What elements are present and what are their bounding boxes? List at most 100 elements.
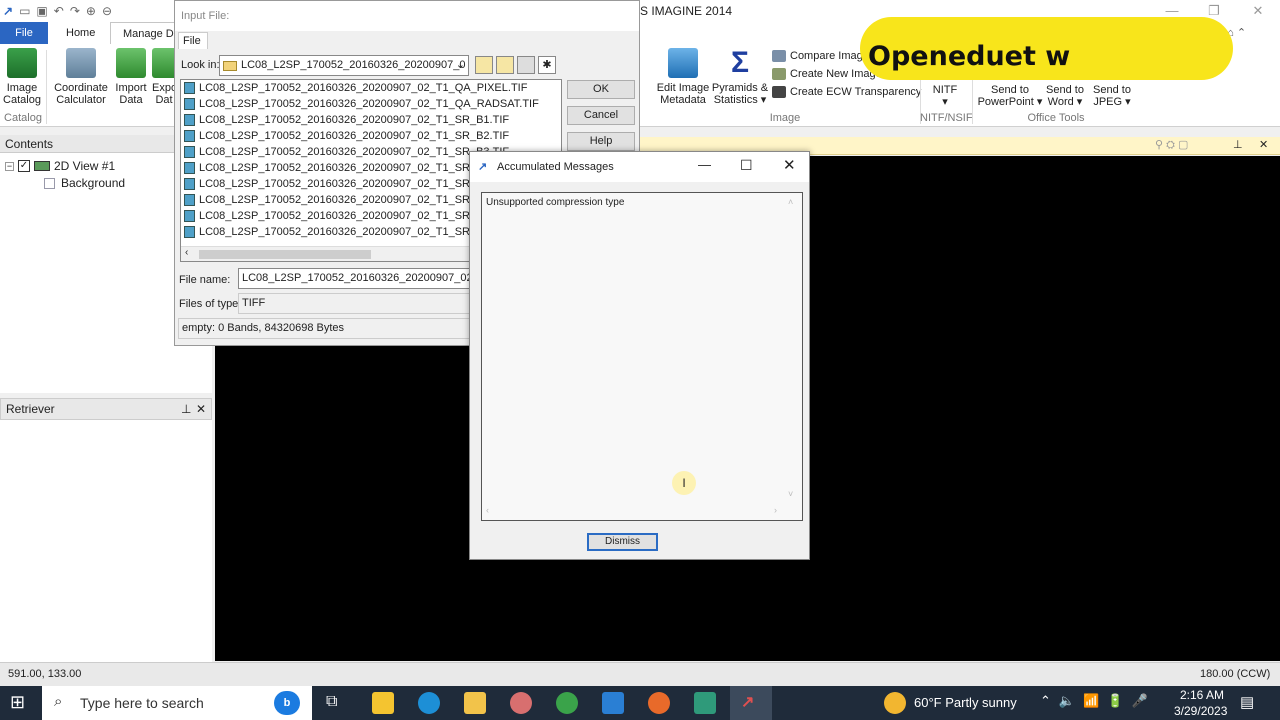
open-icon[interactable]: ▭ [19,4,30,18]
clock-time[interactable]: 2:16 AM [1180,688,1224,702]
windows-start-icon[interactable]: ⊞ [10,692,25,713]
search-icon: ⌕ [54,693,63,710]
group-label-catalog: Catalog [4,112,42,124]
send-to-jpeg-label: Send to JPEG ▾ [1093,84,1131,108]
maximize-icon[interactable]: ☐ [740,157,753,174]
zoom-out-icon[interactable]: ⊖ [102,4,112,18]
messages-title: Accumulated Messages [497,161,614,173]
scroll-up-icon[interactable]: ˄ [788,197,793,207]
close-icon[interactable]: ✕ [783,156,796,174]
mail-icon[interactable] [602,692,624,714]
paint-icon[interactable] [510,692,532,714]
rotation-readout: 180.00 (CCW) [1200,668,1271,680]
up-folder-icon[interactable] [475,56,493,74]
group-separator [46,50,47,124]
file-list-item[interactable]: LC08_L2SP_170052_20160326_20200907_02_T1… [181,112,561,128]
scroll-left-icon[interactable]: ‹ [486,505,489,515]
taskbar-search-box[interactable]: ⌕ Type here to search b [42,686,312,720]
file-name-label: File name: [179,274,231,286]
chrome-icon[interactable] [556,692,578,714]
look-in-select[interactable]: LC08_L2SP_170052_20160326_20200907_0 ⌄ [219,55,469,76]
folder-icon [223,60,237,71]
system-tray-icons[interactable]: ⌃🔈📶🔋🎤 [1040,693,1156,709]
zoom-in-icon[interactable]: ⊕ [86,4,96,18]
file-name-text: LC08_L2SP_170052_20160326_20200907_02_T1… [199,162,493,174]
messages-title-bar: ↗ Accumulated Messages — ☐ ✕ [470,152,809,182]
minimize-icon[interactable]: — [698,157,711,172]
edit-image-metadata-button[interactable]: Edit Image Metadata [655,48,711,106]
messages-textarea[interactable]: Unsupported compression type ˄ ˅ ‹ › I [481,192,803,521]
pyramids-statistics-button[interactable]: Σ Pyramids & Statistics ▾ [711,48,769,107]
undo-icon[interactable]: ↶ [54,4,64,18]
pin-icon[interactable]: ⊥ [181,399,191,419]
close-icon[interactable]: ✕ [1236,0,1280,22]
collapse-icon[interactable]: − [5,161,14,171]
pyramids-statistics-label: Pyramids & Statistics ▾ [711,82,769,106]
layer-label: Background [61,176,126,190]
app-icon[interactable] [694,692,716,714]
tif-file-icon [184,98,195,110]
app-icon: ↗ [478,161,488,173]
overlay-banner: Openeduet w [860,17,1233,80]
send-to-word-label: Send to Word ▾ [1046,84,1084,108]
scroll-left-icon[interactable]: ‹ [185,247,188,258]
create-ecw-transparency-label: Create ECW Transparency [790,86,922,98]
scroll-down-icon[interactable]: ˅ [788,489,793,499]
image-catalog-button[interactable]: Image Catalog [2,48,42,106]
notifications-icon[interactable]: ▤ [1240,693,1254,711]
image-catalog-icon [7,48,37,78]
clock-date[interactable]: 3/29/2023 [1174,704,1227,718]
view-checkbox[interactable]: ✓ [18,160,30,172]
coordinate-calculator-label: Coordinate Calculator [54,82,108,106]
input-file-title: Input File: [175,1,639,31]
send-to-powerpoint-button[interactable]: Send to PowerPoint ▾ [976,84,1044,108]
view-tool-icons[interactable]: ⚲ ⛭ ▢ [1155,138,1188,152]
tab-file-dialog[interactable]: File [178,32,208,49]
file-info: empty: 0 Bands, 84320698 Bytes [178,318,470,339]
close-icon[interactable]: ✕ [196,399,206,419]
nitf-button[interactable]: NITF ▾ [926,84,964,108]
view-options-icon[interactable] [517,56,535,74]
send-to-jpeg-button[interactable]: Send to JPEG ▾ [1090,84,1134,108]
file-list-item[interactable]: LC08_L2SP_170052_20160326_20200907_02_T1… [181,96,561,112]
export-data-button[interactable]: Expo Dat [152,48,176,106]
cancel-button[interactable]: Cancel [567,106,635,125]
redo-icon[interactable]: ↷ [70,4,80,18]
tab-home[interactable]: Home [54,22,107,44]
ok-button[interactable]: OK [567,80,635,99]
edge-icon[interactable] [418,692,440,714]
scrollbar-thumb[interactable] [199,250,371,259]
retriever-body [0,420,212,662]
dismiss-button[interactable]: Dismiss [587,533,658,551]
pin-icon[interactable]: ⊥ [1233,138,1243,151]
star-icon[interactable]: ✱ [538,56,556,74]
create-ecw-transparency-button[interactable]: Create ECW Transparency [772,86,921,98]
erdas-taskbar-button[interactable]: ↗ [730,686,772,720]
scroll-right-icon[interactable]: › [774,505,777,515]
coordinate-calculator-button[interactable]: Coordinate Calculator [52,48,110,106]
help-button[interactable]: Help [567,132,635,151]
tree-item-view[interactable]: − ✓ 2D View #1 [5,159,115,173]
import-data-button[interactable]: Import Data [113,48,149,106]
close-icon[interactable]: ✕ [1259,138,1268,151]
save-icon[interactable]: ▣ [36,4,47,18]
file-list-item[interactable]: LC08_L2SP_170052_20160326_20200907_02_T1… [181,80,561,96]
weather-icon [884,692,906,714]
store-icon[interactable] [372,692,394,714]
weather-text[interactable]: 60°F Partly sunny [914,695,1017,710]
file-explorer-icon[interactable] [464,692,486,714]
new-folder-icon[interactable] [496,56,514,74]
tif-file-icon [184,130,195,142]
bing-icon[interactable]: b [274,691,300,715]
file-name-text: LC08_L2SP_170052_20160326_20200907_02_T1… [199,130,510,142]
file-list-item[interactable]: LC08_L2SP_170052_20160326_20200907_02_T1… [181,128,561,144]
layer-checkbox[interactable] [44,177,55,189]
app-icon: ↗ [3,4,14,18]
send-to-word-button[interactable]: Send to Word ▾ [1044,84,1086,108]
file-name-input[interactable]: LC08_L2SP_170052_20160326_20200907_02_T1 [238,268,470,289]
firefox-icon[interactable] [648,692,670,714]
tree-item-background[interactable]: Background [44,176,125,190]
task-view-icon[interactable]: ⧉ [326,693,337,711]
files-of-type-select[interactable]: TIFF [238,293,470,314]
tab-file[interactable]: File [0,22,48,44]
